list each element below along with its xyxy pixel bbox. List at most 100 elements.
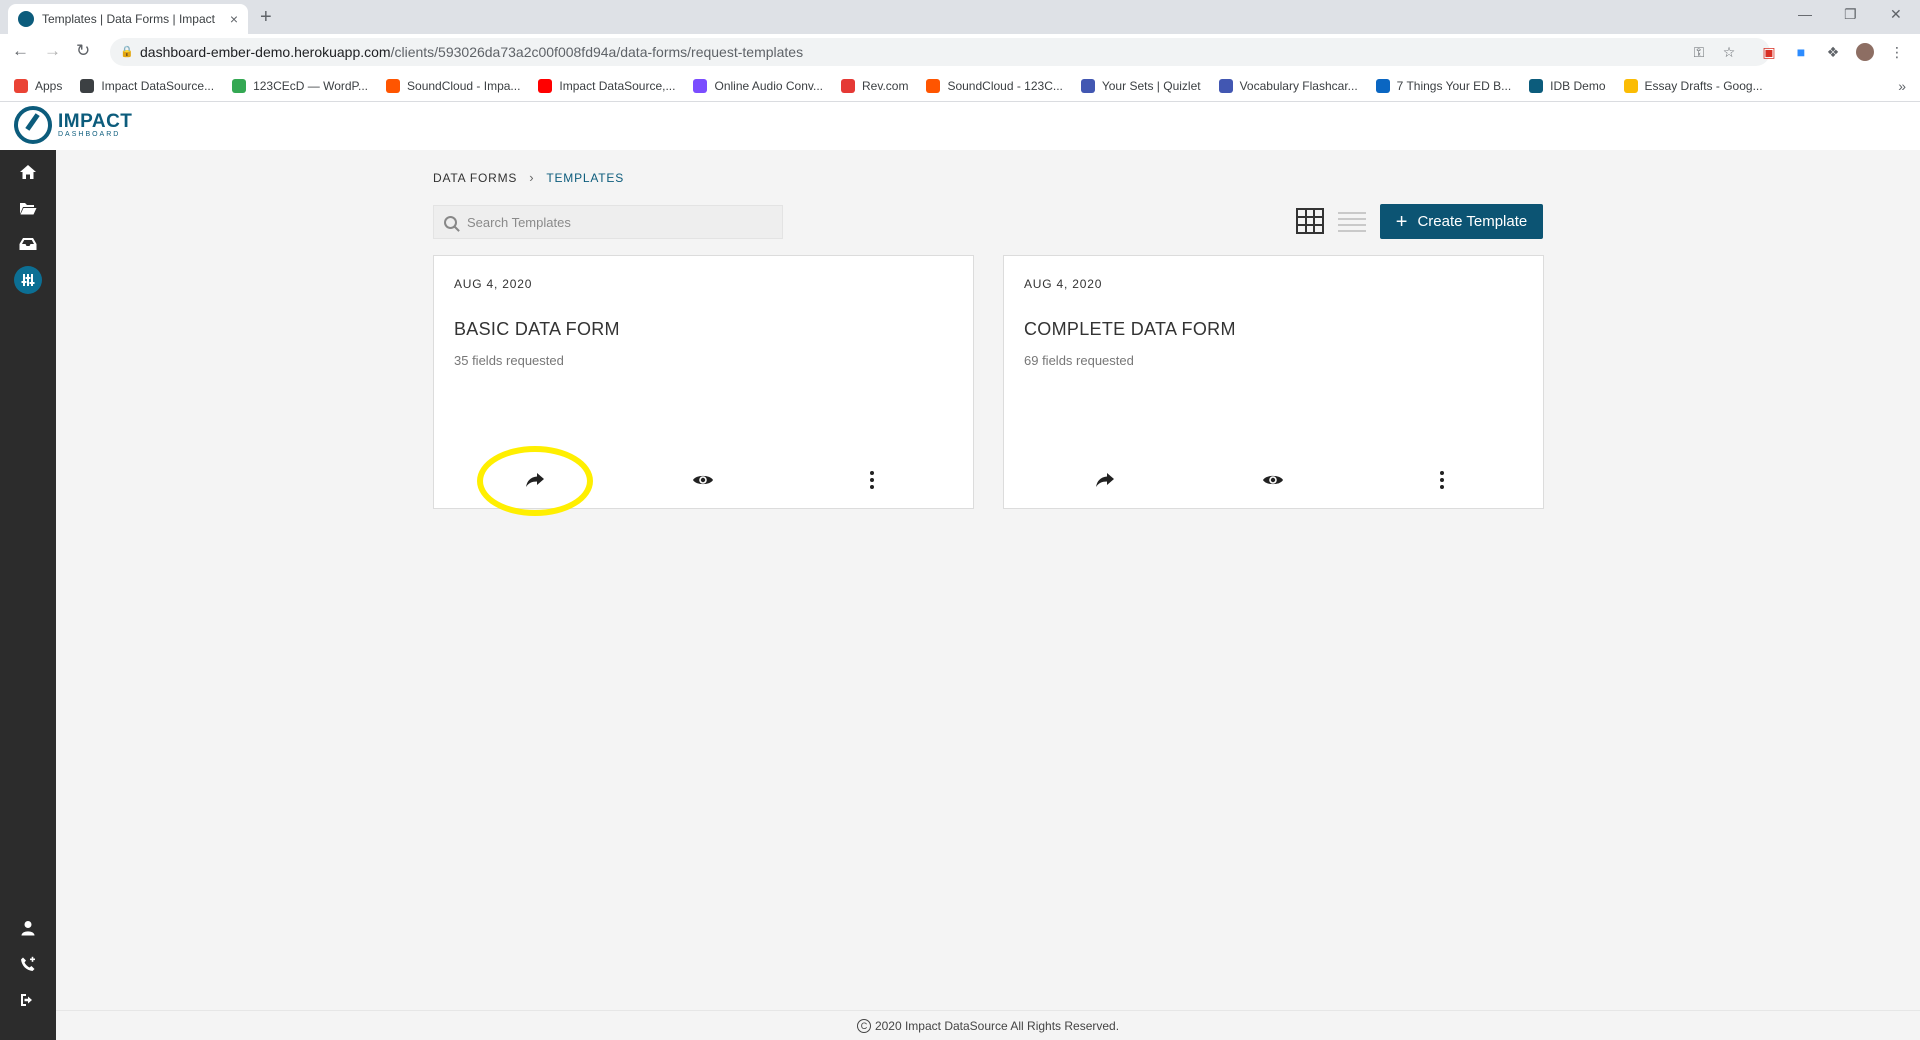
forward-icon[interactable]: → <box>44 41 61 61</box>
footer-text: 2020 Impact DataSource All Rights Reserv… <box>874 1018 1120 1033</box>
breadcrumb-separator-icon: › <box>529 170 535 185</box>
bookmark-star-icon[interactable]: ☆ <box>1720 43 1738 61</box>
more-vertical-icon <box>870 470 874 491</box>
preview-button[interactable] <box>691 468 715 492</box>
bookmark-item[interactable]: 123CEcD — WordP... <box>232 78 369 93</box>
bookmark-item[interactable]: Essay Drafts - Goog... <box>1623 78 1763 93</box>
template-date: AUG 4, 2020 <box>1024 277 1103 291</box>
bookmark-label: Rev.com <box>862 78 909 93</box>
bookmark-label: 123CEcD — WordP... <box>253 78 369 93</box>
tab-title: Templates | Data Forms | Impact <box>42 12 215 26</box>
bookmark-favicon-icon <box>80 78 95 93</box>
bookmark-item[interactable]: 7 Things Your ED B... <box>1375 78 1512 93</box>
logo-gauge-icon <box>14 106 52 144</box>
bookmark-label: Apps <box>35 78 63 93</box>
impact-logo[interactable]: IMPACT DASHBOARD <box>14 106 132 144</box>
bookmark-item[interactable]: Your Sets | Quizlet <box>1080 78 1201 93</box>
url-host: dashboard-ember-demo.herokuapp.com <box>140 44 391 60</box>
extension-zoom-icon[interactable]: ■ <box>1792 43 1810 61</box>
bookmark-item[interactable]: SoundCloud - Impa... <box>386 78 521 93</box>
more-options-button[interactable] <box>1430 468 1454 492</box>
preview-button[interactable] <box>1261 468 1285 492</box>
inbox-icon <box>19 238 37 250</box>
search-icon <box>444 215 457 229</box>
bookmark-item[interactable]: SoundCloud - 123C... <box>926 78 1063 93</box>
breadcrumb-data-forms[interactable]: DATA FORMS <box>433 171 517 185</box>
grid-view-icon[interactable] <box>1296 208 1324 234</box>
bookmark-item[interactable]: Impact DataSource,... <box>538 78 676 93</box>
bookmark-label: Vocabulary Flashcar... <box>1239 78 1358 93</box>
browser-toolbar: ← → ↻ 🔒 dashboard-ember-demo.herokuapp.c… <box>0 34 1920 70</box>
template-name[interactable]: COMPLETE DATA FORM <box>1024 319 1236 340</box>
folder-open-icon <box>20 203 37 215</box>
bookmark-item[interactable]: Rev.com <box>841 78 909 93</box>
bookmark-favicon-icon <box>386 78 401 93</box>
bookmark-item[interactable]: Online Audio Conv... <box>693 78 823 93</box>
bookmark-label: IDB Demo <box>1550 78 1606 93</box>
sidebar-item-data-forms[interactable] <box>0 262 56 298</box>
sidebar-item-logout[interactable] <box>0 982 56 1018</box>
back-icon[interactable]: ← <box>12 41 29 61</box>
template-name[interactable]: BASIC DATA FORM <box>454 319 620 340</box>
profile-avatar-icon[interactable] <box>1856 43 1874 61</box>
share-button[interactable] <box>523 468 547 492</box>
sidebar-item-inbox[interactable] <box>0 226 56 262</box>
tab-close-icon[interactable]: × <box>230 11 238 27</box>
breadcrumb: DATA FORMS › TEMPLATES <box>433 170 624 185</box>
list-view-icon[interactable] <box>1338 208 1366 234</box>
bookmark-label: Impact DataSource,... <box>559 78 676 93</box>
template-card[interactable]: AUG 4, 2020 BASIC DATA FORM 35 fields re… <box>433 255 974 509</box>
eye-icon <box>693 475 713 485</box>
key-icon[interactable]: ⚿ <box>1690 43 1708 61</box>
sliders-icon <box>21 274 35 286</box>
template-card[interactable]: AUG 4, 2020 COMPLETE DATA FORM 69 fields… <box>1003 255 1544 509</box>
share-button[interactable] <box>1093 468 1117 492</box>
new-tab-button[interactable]: + <box>260 6 272 29</box>
extensions-puzzle-icon[interactable]: ❖ <box>1824 43 1842 61</box>
bookmark-label: 7 Things Your ED B... <box>1396 78 1512 93</box>
bookmark-label: SoundCloud - 123C... <box>947 78 1063 93</box>
search-input[interactable] <box>467 214 767 230</box>
bookmark-favicon-icon <box>1375 78 1390 93</box>
sidebar-item-files[interactable] <box>0 190 56 226</box>
browser-tab[interactable]: Templates | Data Forms | Impact × <box>8 4 248 34</box>
sidebar-item-profile[interactable] <box>0 910 56 946</box>
eye-icon <box>1263 475 1283 485</box>
extension-calendar-icon[interactable]: ▣ <box>1760 43 1778 61</box>
minimize-icon[interactable]: — <box>1798 6 1812 22</box>
bookmark-item[interactable]: IDB Demo <box>1529 78 1606 93</box>
footer: C 2020 Impact DataSource All Rights Rese… <box>56 1010 1920 1040</box>
bookmark-label: Essay Drafts - Goog... <box>1644 78 1763 93</box>
restore-icon[interactable]: ❐ <box>1844 6 1857 23</box>
more-options-button[interactable] <box>860 468 884 492</box>
sidebar-item-home[interactable] <box>0 154 56 190</box>
address-bar[interactable]: 🔒 dashboard-ember-demo.herokuapp.com/cli… <box>110 38 1770 66</box>
bookmark-item[interactable]: Apps <box>14 78 63 93</box>
browser-menu-icon[interactable]: ⋮ <box>1888 43 1906 61</box>
create-template-button[interactable]: + Create Template <box>1380 204 1543 239</box>
bookmark-favicon-icon <box>1623 78 1638 93</box>
bookmark-favicon-icon <box>1218 78 1233 93</box>
bookmark-item[interactable]: Vocabulary Flashcar... <box>1218 78 1358 93</box>
bookmarks-overflow-icon[interactable]: » <box>1898 78 1906 94</box>
home-icon <box>20 165 36 179</box>
share-icon <box>526 473 544 487</box>
template-date: AUG 4, 2020 <box>454 277 533 291</box>
phone-plus-icon <box>21 956 35 971</box>
more-vertical-icon <box>1440 470 1444 491</box>
bookmark-label: Your Sets | Quizlet <box>1101 78 1201 93</box>
bookmark-item[interactable]: Impact DataSource... <box>80 78 214 93</box>
plus-icon: + <box>1395 210 1408 233</box>
reload-icon[interactable]: ↻ <box>76 41 90 61</box>
bookmark-label: SoundCloud - Impa... <box>407 78 521 93</box>
sidebar-item-support[interactable] <box>0 946 56 982</box>
bookmark-favicon-icon <box>1529 78 1544 93</box>
search-box[interactable] <box>433 205 783 239</box>
bookmark-favicon-icon <box>1080 78 1095 93</box>
close-window-icon[interactable]: ✕ <box>1890 6 1902 23</box>
bookmark-favicon-icon <box>841 78 855 93</box>
create-template-label: Create Template <box>1417 213 1528 230</box>
logo-title: IMPACT <box>58 111 133 132</box>
copyright-icon: C <box>856 1018 871 1033</box>
bookmark-favicon-icon <box>232 78 247 93</box>
